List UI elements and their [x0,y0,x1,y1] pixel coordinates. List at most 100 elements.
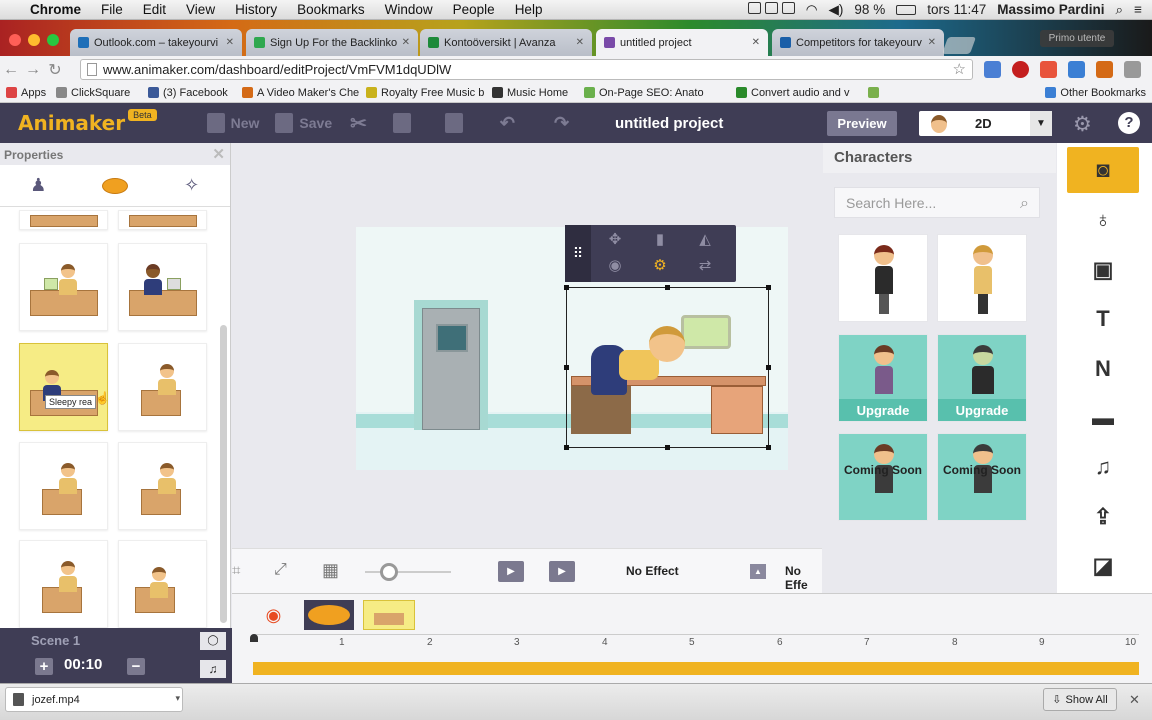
plus-extension-icon[interactable] [1040,61,1057,78]
menu-history[interactable]: History [225,2,287,17]
chrome-menu-icon[interactable] [1124,61,1141,78]
tab-competitors[interactable]: Competitors for takeyourv ✕ [772,29,944,56]
delete-icon[interactable]: ▮ [650,230,670,250]
effects-category-icon[interactable]: ▬ [1067,395,1139,441]
exit-effect-label[interactable]: No Effe [785,564,822,592]
preview-button[interactable]: Preview [827,111,897,136]
character-card-locked[interactable]: Upgrade [937,334,1027,422]
seo-extension-icon[interactable] [1096,61,1113,78]
bookmark-royalty-free-music[interactable]: Royalty Free Music b [360,87,486,99]
drag-grip-icon[interactable]: ⠿ [565,225,591,282]
bookmark-star-icon[interactable]: ☆ [953,60,966,78]
character-card[interactable] [937,234,1027,322]
scene-duration[interactable]: 00:10 [64,656,102,673]
notification-icon[interactable]: ≡ [1134,2,1142,17]
music-category-icon[interactable]: ♫ [1067,444,1139,490]
props-category-icon[interactable]: ♁ [1067,197,1139,243]
close-tab-icon[interactable]: ✕ [928,37,936,48]
swap-icon[interactable]: ⇄ [695,256,715,276]
resize-handle[interactable] [766,445,771,450]
close-icon[interactable]: ✕ [1129,692,1140,708]
color-category-icon[interactable]: ◪ [1067,543,1139,589]
bookmark-fi[interactable] [862,87,892,98]
volume-icon[interactable]: ◀) [829,2,844,18]
upgrade-label[interactable]: Upgrade [839,399,927,421]
close-tab-icon[interactable]: ✕ [752,37,760,48]
menu-view[interactable]: View [176,2,225,17]
resize-handle[interactable] [766,365,771,370]
search-icon[interactable]: ⌕ [1020,195,1029,213]
tab-avanza[interactable]: Kontoöversikt | Avanza ✕ [420,29,592,56]
back-icon[interactable]: ← [0,61,22,79]
selection-box[interactable] [564,285,771,450]
text-category-icon[interactable]: T [1067,296,1139,342]
address-bar[interactable]: www.animaker.com/dashboard/editProject/V… [80,59,973,80]
character-card-locked[interactable]: Upgrade [838,334,928,422]
eye-icon[interactable]: ◉ [256,600,291,630]
bookmark-video-maker[interactable]: A Video Maker's Che [236,87,360,99]
bookmark-convert-audio[interactable]: Convert audio and v [730,87,862,99]
move-icon[interactable]: ✥ [605,230,625,250]
bookmark-clicksquare[interactable]: ClickSquare [50,87,142,99]
resize-handle[interactable] [564,445,569,450]
close-window-icon[interactable] [9,34,21,46]
camera-icon[interactable]: ◯ [200,632,226,650]
mode-select[interactable]: 2D ▼ [919,111,1052,136]
tab-backlinko[interactable]: Sign Up For the Backlinko ✕ [246,29,418,56]
action-thumbnail[interactable] [118,343,207,431]
crop-icon[interactable]: ⌗ [232,562,240,579]
scene-label[interactable]: Scene 1 [31,633,80,648]
new-button[interactable]: New [206,113,259,133]
app-menu-chrome[interactable]: Chrome [20,2,91,17]
adblock-extension-icon[interactable] [1012,61,1029,78]
character-card[interactable] [838,234,928,322]
menu-edit[interactable]: Edit [133,2,176,17]
menu-bookmarks[interactable]: Bookmarks [287,2,375,17]
copy-icon[interactable] [392,113,411,133]
menu-window[interactable]: Window [375,2,443,17]
reload-icon[interactable]: ↻ [44,60,66,80]
door-image[interactable] [414,300,488,430]
bookmark-apps[interactable]: Apps [0,87,50,99]
user-name[interactable]: Massimo Pardini [997,2,1104,17]
play-button[interactable]: ▶ [549,561,575,582]
playhead-icon[interactable] [250,634,258,642]
help-icon[interactable]: ? [1118,112,1140,134]
cut-icon[interactable]: ✂ [350,111,367,136]
action-thumbnail[interactable] [19,442,108,530]
bookmark-facebook[interactable]: (3) Facebook [142,87,236,99]
resize-handle[interactable] [564,285,569,290]
action-thumbnail[interactable] [19,243,108,331]
upload-category-icon[interactable]: ⇪ [1067,494,1139,540]
wifi-icon[interactable]: ◠ [806,2,818,18]
character-card-coming-soon[interactable]: Coming Soon [937,433,1027,521]
upgrade-label[interactable]: Upgrade [938,399,1026,421]
backgrounds-category-icon[interactable]: ▣ [1067,247,1139,293]
resize-handle[interactable] [766,285,771,290]
close-tab-icon[interactable]: ✕ [226,37,234,48]
action-thumbnail[interactable] [19,540,108,628]
battery-text[interactable]: 98 % [854,2,885,17]
tab-outlook[interactable]: Outlook.com – takeyourvi ✕ [70,29,242,56]
decrease-duration-button[interactable]: − [127,658,145,675]
clock[interactable]: tors 11:47 [927,2,986,17]
project-title[interactable]: untitled project [615,115,723,132]
properties-scrollbar[interactable] [220,325,227,623]
tab-actions[interactable] [77,165,154,206]
action-thumbnail[interactable] [118,540,207,628]
account-extension-icon[interactable] [1068,61,1085,78]
close-tab-icon[interactable]: ✕ [576,37,584,48]
battery-icon[interactable] [896,4,917,15]
bookmark-on-page-seo[interactable]: On-Page SEO: Anato [578,87,730,99]
action-thumbnail[interactable] [118,210,207,230]
close-tab-icon[interactable]: ✕ [402,37,410,48]
save-button[interactable]: Save [275,113,332,133]
other-bookmarks[interactable]: Other Bookmarks [1039,87,1152,99]
menu-help[interactable]: Help [505,2,553,17]
increase-duration-button[interactable]: + [35,658,53,675]
minimize-window-icon[interactable] [28,34,40,46]
chevron-down-icon[interactable]: ▾ [175,693,180,704]
translate-extension-icon[interactable] [984,61,1001,78]
redo-icon[interactable]: ↷ [554,113,569,134]
forward-icon[interactable]: → [22,61,44,79]
